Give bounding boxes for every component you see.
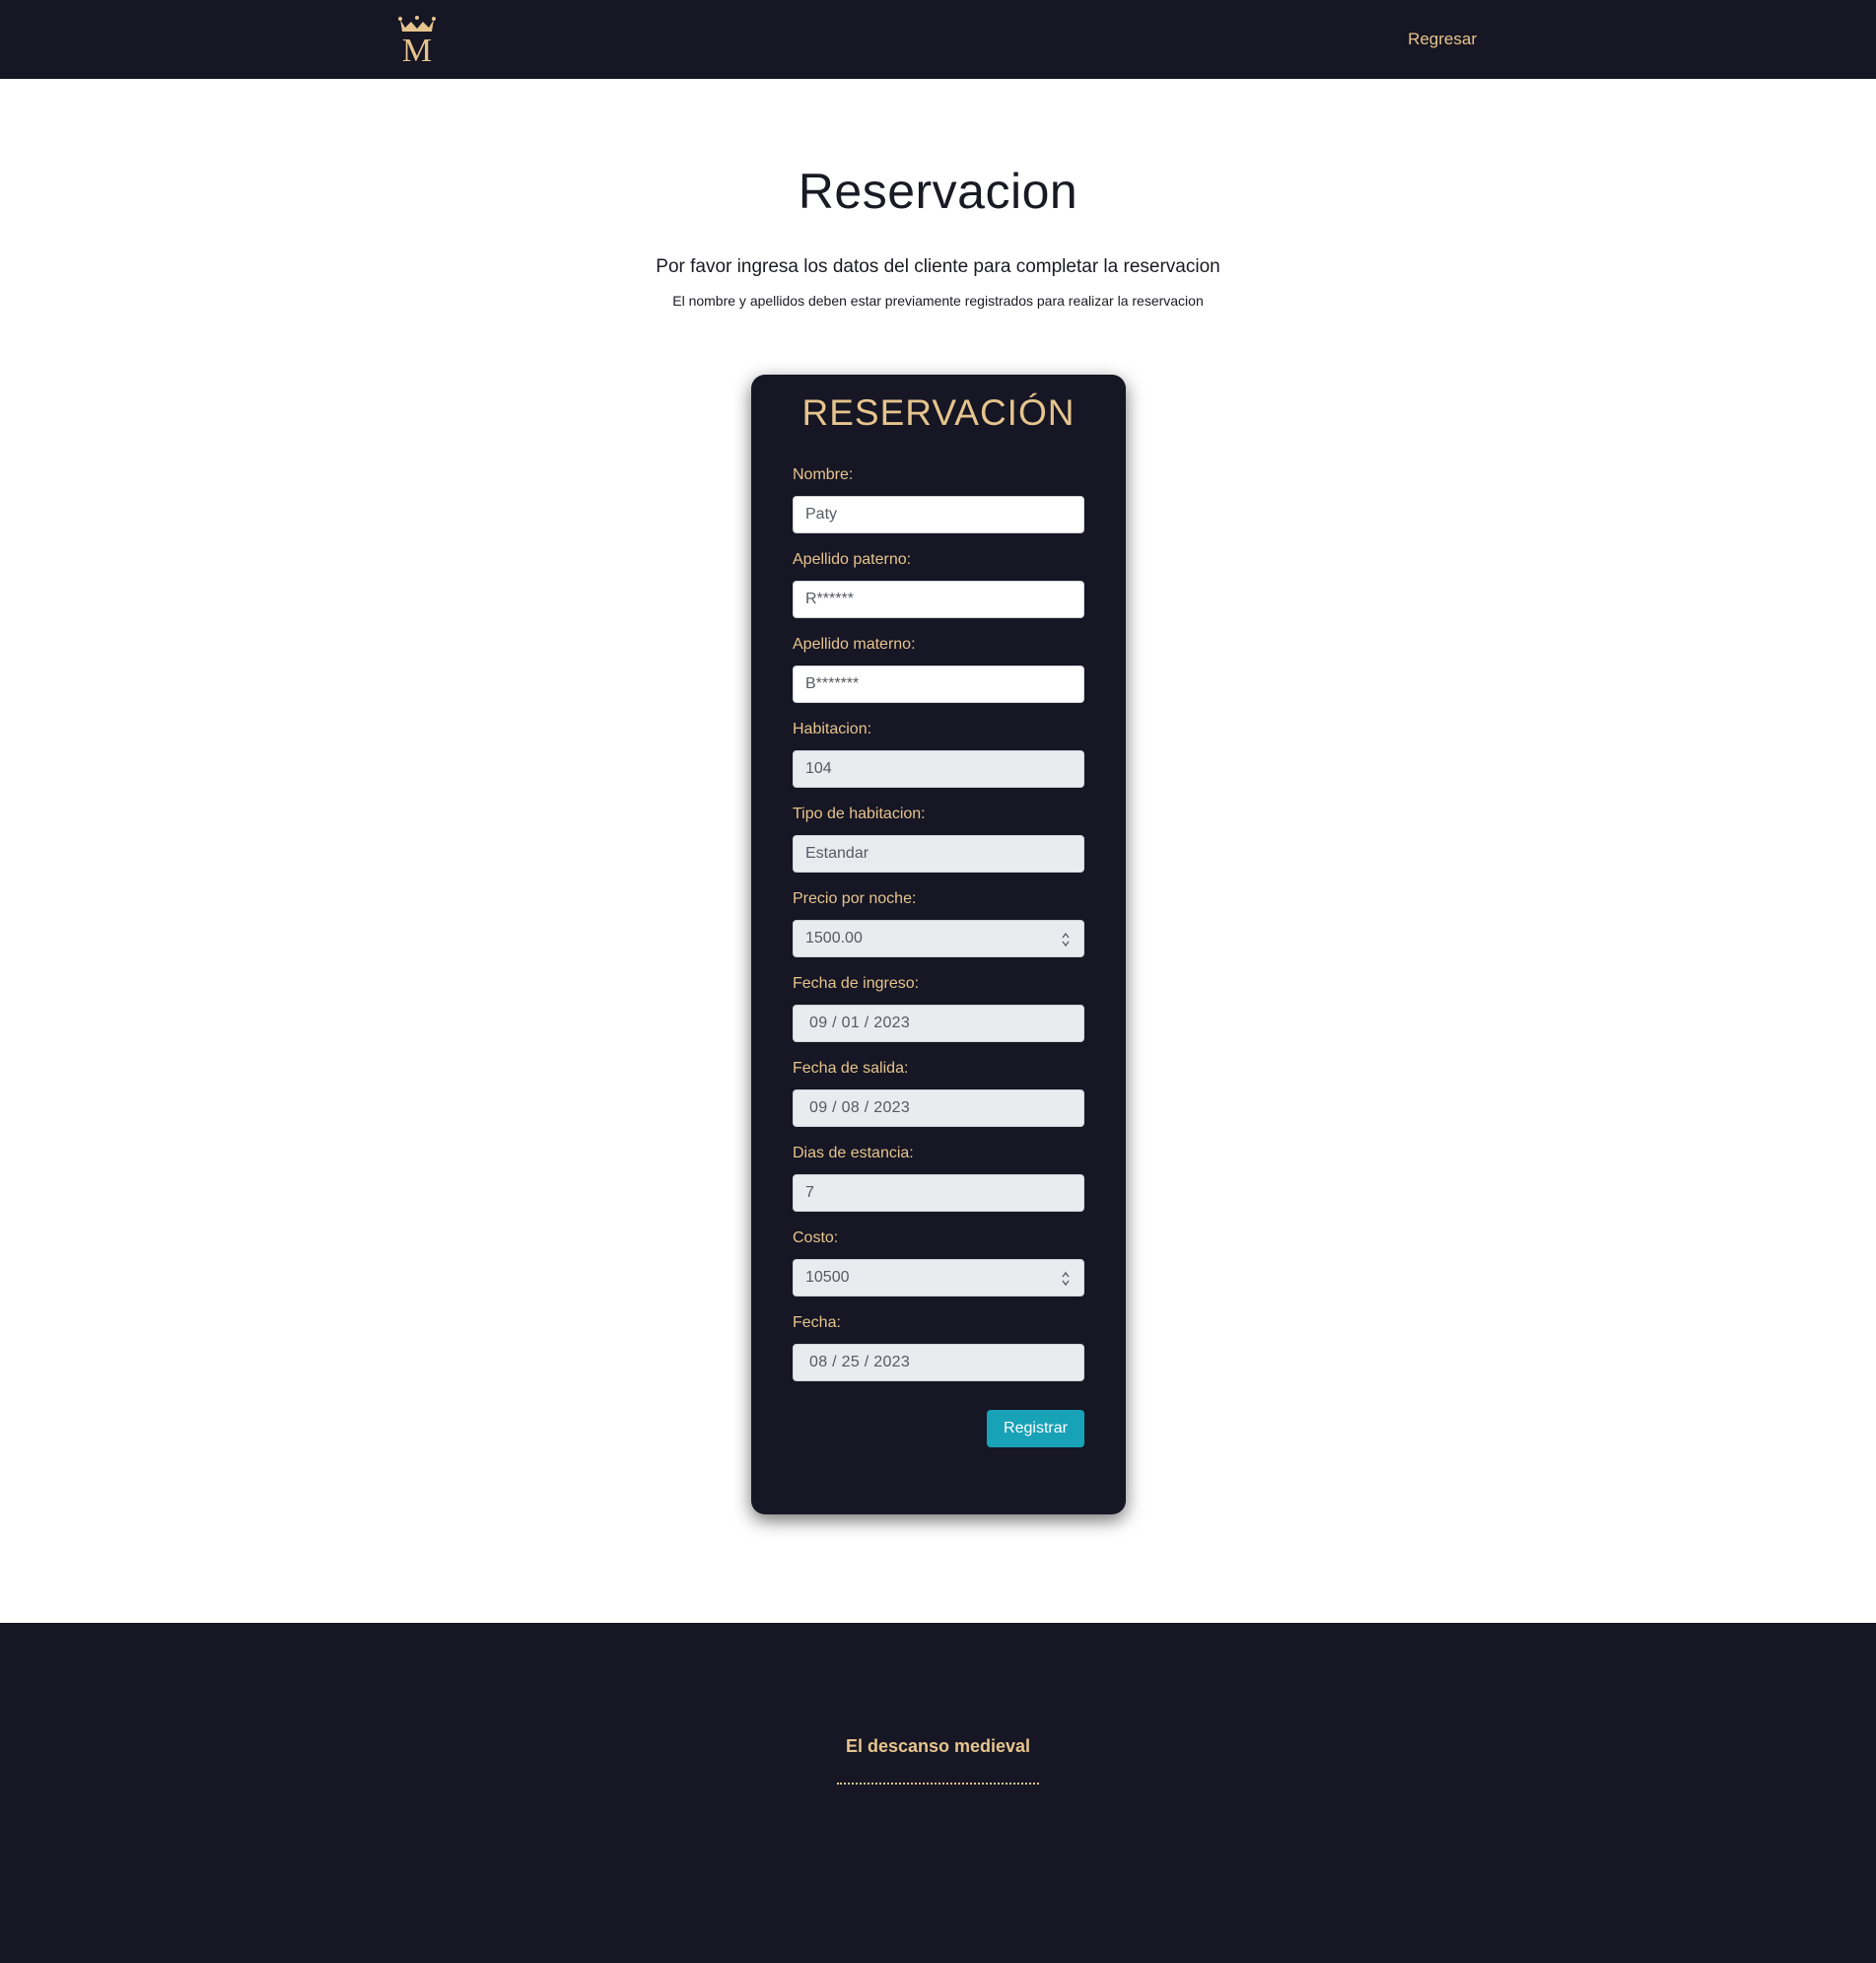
field-apellido-materno: Apellido materno: B******* (793, 635, 1084, 703)
field-fecha-ingreso: Fecha de ingreso: 09 / 01 / 2023 (793, 974, 1084, 1042)
footer-divider (837, 1783, 1039, 1785)
costo-value: 10500 (805, 1269, 850, 1286)
number-spinner-icon[interactable] (1062, 1271, 1070, 1287)
footer: El descanso medieval (0, 1623, 1876, 1963)
tipo-habitacion-input[interactable]: Estandar (793, 835, 1084, 873)
field-label: Fecha de ingreso: (793, 975, 920, 992)
field-label: Tipo de habitacion: (793, 806, 926, 822)
precio-noche-input[interactable]: 1500.00 (793, 920, 1084, 957)
habitacion-input[interactable]: 104 (793, 750, 1084, 788)
field-dias-estancia: Dias de estancia: 7 (793, 1144, 1084, 1212)
page-note: El nombre y apellidos deben estar previa… (672, 293, 1204, 309)
field-label: Precio por noche: (793, 890, 917, 907)
field-costo: Costo: 10500 (793, 1228, 1084, 1297)
field-precio-noche: Precio por noche: 1500.00 (793, 889, 1084, 957)
field-label: Fecha de salida: (793, 1060, 909, 1077)
apellido-materno-input[interactable]: B******* (793, 666, 1084, 703)
fecha-ingreso-input[interactable]: 09 / 01 / 2023 (793, 1005, 1084, 1042)
field-label: Habitacion: (793, 721, 872, 737)
costo-input[interactable]: 10500 (793, 1259, 1084, 1297)
field-apellido-paterno: Apellido paterno: R****** (793, 550, 1084, 618)
nombre-input[interactable]: Paty (793, 496, 1084, 533)
number-spinner-icon[interactable] (1062, 932, 1070, 947)
fecha-salida-input[interactable]: 09 / 08 / 2023 (793, 1089, 1084, 1127)
precio-noche-value: 1500.00 (805, 930, 863, 946)
reservation-form: RESERVACIÓN Nombre: Paty Apellido patern… (751, 375, 1126, 1514)
page-subtitle: Por favor ingresa los datos del cliente … (656, 256, 1220, 277)
field-nombre: Nombre: Paty (793, 465, 1084, 533)
field-fecha-salida: Fecha de salida: 09 / 08 / 2023 (793, 1059, 1084, 1127)
field-label: Fecha: (793, 1314, 841, 1331)
navbar: M Regresar (0, 0, 1876, 79)
field-habitacion: Habitacion: 104 (793, 720, 1084, 788)
page-title: Reservacion (798, 164, 1078, 219)
field-label: Apellido materno: (793, 636, 916, 653)
field-label: Nombre: (793, 466, 854, 483)
field-label: Apellido paterno: (793, 551, 912, 568)
fecha-input[interactable]: 08 / 25 / 2023 (793, 1344, 1084, 1381)
field-label: Costo: (793, 1229, 839, 1246)
field-label: Dias de estancia: (793, 1145, 914, 1161)
form-title: RESERVACIÓN (801, 392, 1076, 433)
svg-text:M: M (402, 33, 432, 65)
field-fecha: Fecha: 08 / 25 / 2023 (793, 1313, 1084, 1381)
dias-estancia-input[interactable]: 7 (793, 1174, 1084, 1212)
back-link[interactable]: Regresar (1408, 30, 1477, 49)
footer-title: El descanso medieval (845, 1736, 1031, 1756)
apellido-paterno-input[interactable]: R****** (793, 581, 1084, 618)
crown-m-logo[interactable]: M (394, 14, 440, 69)
registrar-button[interactable]: Registrar (987, 1410, 1084, 1447)
field-tipo-habitacion: Tipo de habitacion: Estandar (793, 805, 1084, 873)
